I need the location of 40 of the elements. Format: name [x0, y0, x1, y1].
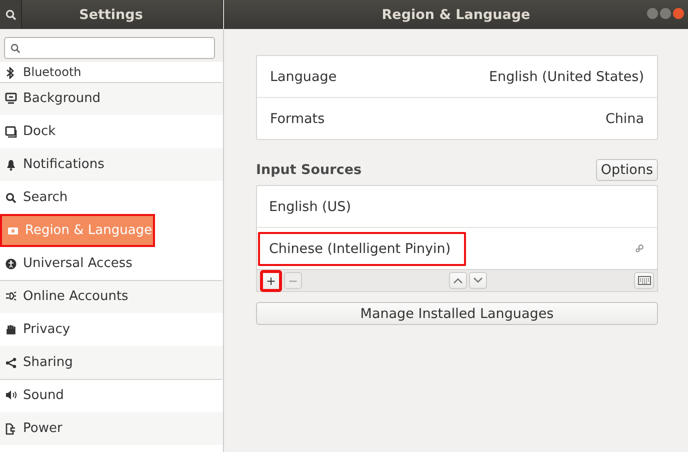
- options-button[interactable]: Options: [596, 159, 658, 181]
- sidebar-item[interactable]: Online Accounts: [0, 280, 223, 313]
- setting-value[interactable]: China: [605, 110, 644, 126]
- setting-label: Formats: [270, 110, 325, 126]
- bell-icon: [5, 158, 17, 170]
- close-button[interactable]: [673, 8, 684, 19]
- sidebar-item[interactable]: Notifications: [0, 148, 223, 181]
- sidebar-item[interactable]: Sharing: [0, 346, 223, 379]
- keyboard-button[interactable]: [634, 272, 654, 289]
- monitor-icon: [5, 92, 17, 104]
- search-field[interactable]: [4, 37, 215, 59]
- setting-value[interactable]: English (United States): [489, 68, 644, 84]
- sidebar-item[interactable]: Background: [0, 82, 223, 115]
- speaker-icon: [5, 389, 17, 401]
- flag-icon: [7, 224, 19, 236]
- sidebar-item[interactable]: Power: [0, 412, 223, 445]
- person-icon: [5, 258, 17, 270]
- move-down-button[interactable]: [469, 272, 487, 289]
- minimize-button[interactable]: [647, 8, 658, 19]
- sidebar-title: Settings: [78, 6, 144, 22]
- window-title: Region & Language: [382, 6, 530, 22]
- search-icon: [10, 42, 21, 54]
- input-source[interactable]: English (US): [258, 190, 366, 224]
- search-button[interactable]: [0, 0, 22, 29]
- bluetooth-icon: [5, 67, 17, 79]
- add-button[interactable]: +: [260, 270, 282, 292]
- manage-languages-button[interactable]: Manage Installed Languages: [256, 302, 658, 325]
- search-icon: [4, 8, 16, 20]
- hand-icon: [5, 324, 17, 336]
- keyboard-icon: [638, 276, 650, 285]
- chevron-up-icon: [453, 277, 463, 284]
- maximize-button[interactable]: [660, 8, 671, 19]
- setting-label: Language: [270, 68, 337, 84]
- share-icon: [5, 356, 17, 368]
- move-up-button[interactable]: [449, 272, 467, 289]
- search-icon: [5, 192, 17, 204]
- input-source[interactable]: Chinese (Intelligent Pinyin): [258, 232, 466, 266]
- chevron-down-icon: [473, 277, 483, 284]
- section-title: Input Sources: [256, 162, 362, 178]
- window-icon: [5, 126, 17, 138]
